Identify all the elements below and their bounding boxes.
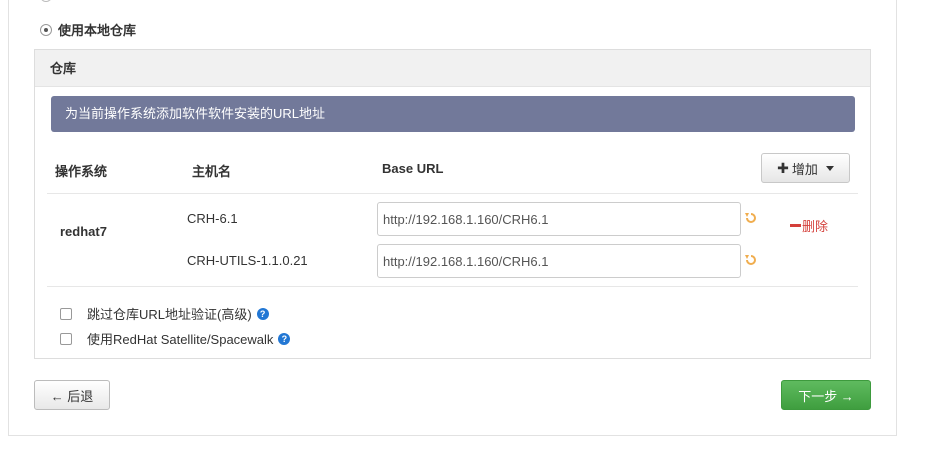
base-url-input[interactable]: [377, 202, 741, 236]
plus-icon: ✚: [777, 159, 789, 176]
skip-url-validation-checkbox[interactable]: [60, 307, 72, 320]
back-button[interactable]: ← 后退: [34, 380, 110, 410]
local-repo-label: 使用本地仓库: [58, 23, 137, 38]
column-header-os: 操作系统: [55, 164, 108, 179]
caret-down-icon: [825, 165, 834, 171]
undo-icon[interactable]: [744, 253, 758, 267]
panel-title: 仓库: [35, 50, 870, 87]
repo-name: CRH-UTILS-1.1.0.21: [187, 253, 308, 268]
divider: [47, 193, 858, 194]
undo-icon[interactable]: [744, 211, 758, 225]
delete-label: 删除: [802, 219, 829, 234]
skip-url-validation-label: 跳过仓库URL地址验证(高级): [87, 307, 252, 322]
skip-url-validation-option[interactable]: 跳过仓库URL地址验证(高级) ?: [60, 304, 269, 323]
use-satellite-checkbox[interactable]: [60, 332, 72, 345]
info-banner: 为当前操作系统添加软件软件安装的URL地址: [51, 96, 855, 132]
repo-name: CRH-6.1: [187, 211, 238, 226]
column-header-hostname: 主机名: [192, 164, 232, 179]
question-circle-icon[interactable]: ?: [278, 332, 291, 345]
question-circle-icon[interactable]: ?: [256, 307, 269, 320]
use-satellite-label: 使用RedHat Satellite/Spacewalk: [87, 332, 274, 347]
divider: [47, 286, 858, 287]
column-header-base-url: Base URL: [382, 161, 444, 176]
minus-icon: [790, 224, 801, 227]
local-repo-radio-option[interactable]: 使用本地仓库: [40, 20, 136, 39]
add-os-button[interactable]: ✚ 增加: [761, 153, 850, 183]
base-url-input[interactable]: [377, 244, 741, 278]
delete-os-button[interactable]: 删除: [790, 216, 828, 235]
os-name: redhat7: [60, 224, 107, 239]
next-button[interactable]: 下一步 →: [781, 380, 871, 410]
add-button-label: 增加: [791, 161, 818, 177]
previous-radio-option[interactable]: [40, 0, 52, 2]
local-repo-radio[interactable]: [40, 23, 52, 36]
use-satellite-option[interactable]: 使用RedHat Satellite/Spacewalk ?: [60, 329, 291, 348]
repository-panel: 仓库 为当前操作系统添加软件软件安装的URL地址 操作系统 主机名 Base U…: [34, 49, 871, 359]
